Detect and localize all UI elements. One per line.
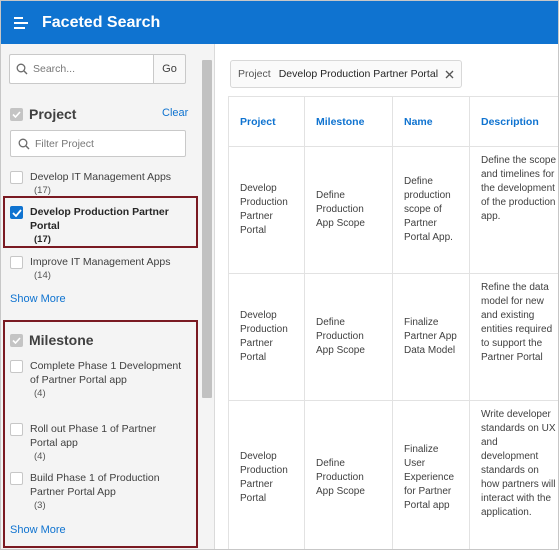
- remove-filter-button[interactable]: [445, 70, 454, 79]
- cell-description: Refine the data model for new and existi…: [469, 273, 558, 401]
- search-icon: [18, 138, 30, 149]
- cell-name: Finalize User Experience for Partner Por…: [392, 400, 470, 549]
- faceted-search-app: Faceted Search Go Project Clear: [0, 0, 559, 550]
- active-filter-chip: Project Develop Production Partner Porta…: [230, 60, 463, 88]
- project-option-label: Develop IT Management Apps (17): [30, 171, 172, 196]
- cell-name: Define production scope of Partner Porta…: [392, 146, 470, 274]
- scrollbar-thumb[interactable]: [202, 60, 212, 398]
- cell-project: Develop Production Partner Portal: [228, 273, 305, 401]
- table-header-row: Project Milestone Name Description: [228, 96, 558, 147]
- cell-milestone: Define Production App Scope: [304, 146, 393, 274]
- project-facet-title: Project: [29, 106, 77, 122]
- table-row[interactable]: Develop Production Partner Portal Define…: [228, 400, 558, 549]
- search-field[interactable]: [9, 54, 153, 84]
- cell-name: Finalize Partner App Data Model: [392, 273, 470, 401]
- checkbox[interactable]: [10, 171, 23, 184]
- sidebar-scrollbar[interactable]: [200, 44, 214, 549]
- filter-project-input[interactable]: [35, 137, 155, 150]
- column-header-description[interactable]: Description: [469, 96, 558, 147]
- cell-description: Define the scope and timelines for the d…: [469, 146, 558, 274]
- cell-milestone: Define Production App Scope: [304, 273, 393, 401]
- cell-milestone: Define Production App Scope: [304, 400, 393, 549]
- cell-description: Write developer standards on UX and deve…: [469, 400, 558, 549]
- column-header-name[interactable]: Name: [392, 96, 470, 147]
- filter-project-field[interactable]: [10, 130, 186, 157]
- results-region: Project Develop Production Partner Porta…: [215, 44, 558, 549]
- column-header-milestone[interactable]: Milestone: [304, 96, 393, 147]
- go-button[interactable]: Go: [153, 54, 186, 84]
- collapse-icon[interactable]: [10, 107, 23, 121]
- search-input[interactable]: [33, 63, 133, 75]
- app-header: Faceted Search: [1, 1, 558, 44]
- project-option[interactable]: Develop IT Management Apps (17): [10, 170, 171, 198]
- chip-facet-label: Project: [238, 68, 271, 80]
- search-bar: Go: [9, 54, 186, 84]
- cell-project: Develop Production Partner Portal: [228, 146, 305, 274]
- project-option-label: Improve IT Management Apps (14): [30, 256, 171, 281]
- facets-sidebar: Go Project Clear Develop IT Management A…: [1, 44, 215, 549]
- navigation-menu-button[interactable]: [1, 1, 41, 44]
- table-row[interactable]: Develop Production Partner Portal Define…: [228, 273, 558, 401]
- results-table: Project Milestone Name Description Devel…: [228, 96, 558, 549]
- cell-project: Develop Production Partner Portal: [228, 400, 305, 549]
- project-option[interactable]: Improve IT Management Apps (14): [10, 255, 170, 283]
- app-title: Faceted Search: [42, 13, 161, 31]
- hamburger-menu-icon: [14, 16, 28, 29]
- selected-project-highlight: [3, 196, 198, 248]
- project-facet-header[interactable]: Project: [10, 106, 76, 122]
- column-header-project[interactable]: Project: [228, 96, 305, 147]
- search-icon: [16, 63, 28, 75]
- chip-facet-value: Develop Production Partner Portal: [278, 68, 439, 80]
- checkbox[interactable]: [10, 256, 23, 269]
- close-icon: [445, 70, 454, 78]
- clear-project-link[interactable]: Clear: [162, 107, 188, 119]
- project-show-more-link[interactable]: Show More: [10, 293, 66, 305]
- table-row[interactable]: Develop Production Partner Portal Define…: [228, 146, 558, 274]
- milestone-facet-highlight: [3, 320, 198, 548]
